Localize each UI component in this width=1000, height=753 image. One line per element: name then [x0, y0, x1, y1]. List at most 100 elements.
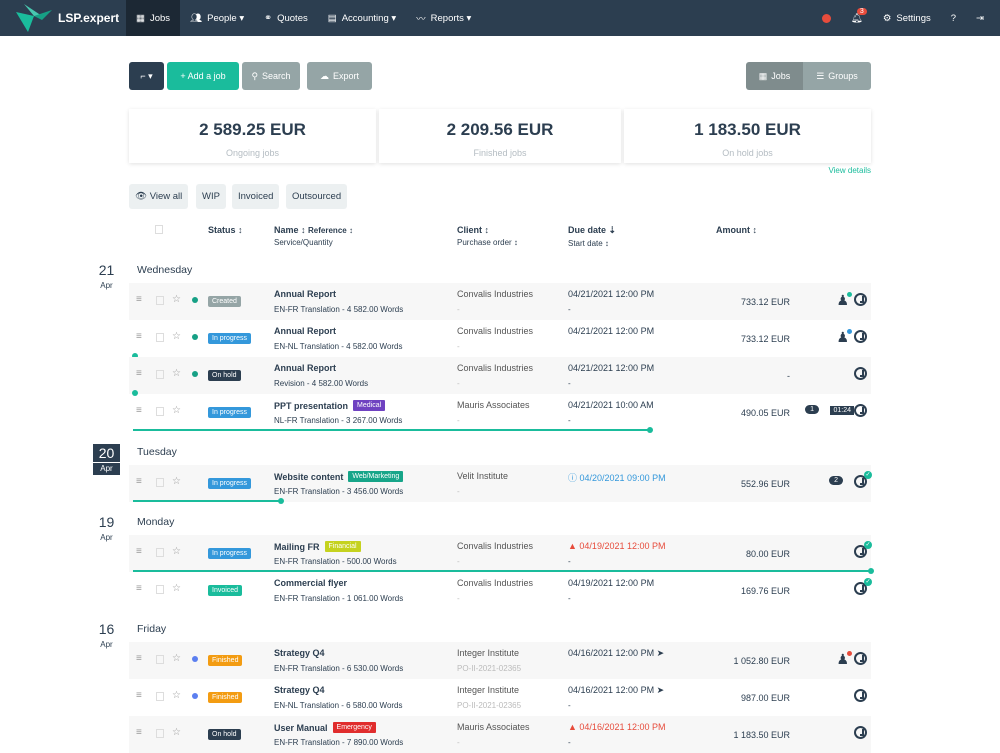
table-row[interactable]: ≡ ☆ In progress Mailing FR Financial EN-FR Tr…: [129, 535, 872, 572]
select-all-checkbox[interactable]: [155, 225, 163, 234]
clock-icon[interactable]: [854, 726, 867, 739]
drag-handle-icon[interactable]: ≡: [136, 476, 142, 487]
client-name[interactable]: Convalis Industries: [457, 363, 533, 373]
header-client[interactable]: Client ↕ Purchase order ↕: [457, 225, 518, 247]
clock-icon[interactable]: ✓: [854, 471, 872, 488]
header-po[interactable]: Purchase order ↕: [457, 238, 518, 247]
header-reference[interactable]: Reference ↕: [308, 226, 353, 235]
export-button[interactable]: ☁ Export: [307, 62, 372, 90]
client-name[interactable]: Convalis Industries: [457, 578, 533, 588]
row-checkbox[interactable]: [156, 692, 164, 701]
job-name-text[interactable]: Annual Report: [274, 289, 336, 299]
drag-handle-icon[interactable]: ≡: [136, 727, 142, 738]
header-status[interactable]: Status ↕: [208, 225, 243, 235]
job-name[interactable]: Website content Web/Marketing: [274, 471, 404, 482]
clock-icon[interactable]: ✓: [854, 541, 872, 558]
client-name[interactable]: Convalis Industries: [457, 289, 533, 299]
row-checkbox[interactable]: [156, 407, 164, 416]
client-name[interactable]: Convalis Industries: [457, 326, 533, 336]
star-icon[interactable]: ☆: [172, 331, 181, 342]
view-groups-toggle[interactable]: ☰ Groups: [803, 62, 871, 90]
drag-handle-icon[interactable]: ≡: [136, 294, 142, 305]
job-name-text[interactable]: Annual Report: [274, 326, 336, 336]
row-checkbox[interactable]: [156, 585, 164, 594]
drag-handle-icon[interactable]: ≡: [136, 331, 142, 342]
table-row[interactable]: ≡ ☆ In progress Annual Report EN-NL Translat…: [129, 320, 871, 357]
clock-icon[interactable]: [854, 689, 867, 702]
brand-logo[interactable]: LSP.expert: [0, 0, 126, 36]
table-row[interactable]: ≡ ☆ Invoiced Commercial flyer EN-FR Translat…: [129, 572, 872, 609]
header-start[interactable]: Start date ↕: [568, 239, 616, 248]
filter-view-all[interactable]: 👁︎ View all: [129, 184, 189, 209]
table-row[interactable]: ≡ ☆ Created Annual Report EN-FR Translation …: [129, 283, 871, 320]
filter-wip[interactable]: WIP: [196, 184, 226, 209]
nav-reports[interactable]: 〰 Reports ▾: [406, 0, 481, 36]
header-due-date[interactable]: Due date ⇣ Start date ↕: [568, 225, 616, 248]
star-icon[interactable]: ☆: [172, 583, 181, 594]
header-amount[interactable]: Amount ↕: [716, 225, 757, 235]
nav-quotes[interactable]: ⚭ Quotes: [254, 0, 318, 36]
client-name[interactable]: Integer Institute: [457, 685, 519, 695]
clock-icon[interactable]: [854, 367, 867, 380]
table-row[interactable]: ≡ ☆ Finished Strategy Q4 EN-FR Translation -…: [129, 642, 871, 679]
drag-handle-icon[interactable]: ≡: [136, 405, 142, 416]
nav-accounting[interactable]: ▤ Accounting ▾: [318, 0, 406, 36]
row-checkbox[interactable]: [156, 333, 164, 342]
job-name-text[interactable]: Commercial flyer: [274, 578, 347, 588]
clock-icon[interactable]: [854, 652, 867, 665]
job-name[interactable]: Commercial flyer: [274, 578, 347, 588]
person-icon[interactable]: ♟: [836, 651, 852, 668]
job-name[interactable]: User Manual Emergency: [274, 722, 376, 733]
client-name[interactable]: Mauris Associates: [457, 722, 530, 732]
star-icon[interactable]: ☆: [172, 653, 181, 664]
view-jobs-toggle[interactable]: ▦ Jobs: [746, 62, 803, 90]
row-checkbox[interactable]: [156, 548, 164, 557]
row-checkbox[interactable]: [156, 370, 164, 379]
person-icon[interactable]: ♟: [836, 329, 852, 346]
star-icon[interactable]: ☆: [172, 727, 181, 738]
star-icon[interactable]: ☆: [172, 690, 181, 701]
clock-icon[interactable]: [854, 293, 867, 306]
row-checkbox[interactable]: [156, 655, 164, 664]
clock-icon[interactable]: [854, 404, 867, 417]
star-icon[interactable]: ☆: [172, 405, 181, 416]
table-row[interactable]: ≡ ☆ On hold Annual Report Revision - 4 582.0…: [129, 357, 871, 394]
comments-icon[interactable]: 2: [829, 476, 843, 485]
job-name-text[interactable]: User Manual: [274, 723, 328, 733]
client-name[interactable]: Velit Institute: [457, 471, 508, 481]
row-checkbox[interactable]: [156, 729, 164, 738]
row-checkbox[interactable]: [156, 478, 164, 487]
table-row[interactable]: ≡ ☆ Finished Strategy Q4 EN-NL Translation -…: [129, 679, 871, 716]
status-indicator[interactable]: [812, 0, 841, 36]
person-icon[interactable]: ♟: [836, 292, 852, 309]
client-name[interactable]: Convalis Industries: [457, 541, 533, 551]
job-name[interactable]: Annual Report: [274, 289, 336, 299]
job-name[interactable]: Annual Report: [274, 326, 336, 336]
star-icon[interactable]: ☆: [172, 294, 181, 305]
filter-outsourced[interactable]: Outsourced: [286, 184, 348, 209]
job-name-text[interactable]: Strategy Q4: [274, 685, 325, 695]
table-row[interactable]: ≡ ☆ In progress Website content Web/Marketin…: [129, 465, 872, 502]
job-name-text[interactable]: Annual Report: [274, 363, 336, 373]
search-button[interactable]: ⚲ Search: [242, 62, 300, 90]
logout-button[interactable]: ⇥: [966, 0, 1000, 36]
add-job-button[interactable]: + Add a job: [167, 62, 239, 90]
star-icon[interactable]: ☆: [172, 476, 181, 487]
nav-jobs[interactable]: ▦ Jobs: [126, 0, 181, 36]
job-name[interactable]: Strategy Q4: [274, 648, 325, 658]
job-name[interactable]: Annual Report: [274, 363, 336, 373]
job-name-text[interactable]: Website content: [274, 472, 343, 482]
table-row[interactable]: ≡ ☆ In progress PPT presentation Medical NL-F…: [129, 394, 871, 431]
drag-handle-icon[interactable]: ≡: [136, 653, 142, 664]
job-name[interactable]: PPT presentation Medical: [274, 400, 386, 411]
client-name[interactable]: Integer Institute: [457, 648, 519, 658]
clock-icon[interactable]: [854, 330, 867, 343]
job-name-text[interactable]: PPT presentation: [274, 401, 348, 411]
drag-handle-icon[interactable]: ≡: [136, 368, 142, 379]
clock-icon[interactable]: ✓: [854, 578, 872, 595]
job-name-text[interactable]: Strategy Q4: [274, 648, 325, 658]
settings-button[interactable]: ⚙ Settings: [873, 0, 941, 36]
drag-handle-icon[interactable]: ≡: [136, 583, 142, 594]
job-name[interactable]: Strategy Q4: [274, 685, 325, 695]
job-name[interactable]: Mailing FR Financial: [274, 541, 361, 552]
